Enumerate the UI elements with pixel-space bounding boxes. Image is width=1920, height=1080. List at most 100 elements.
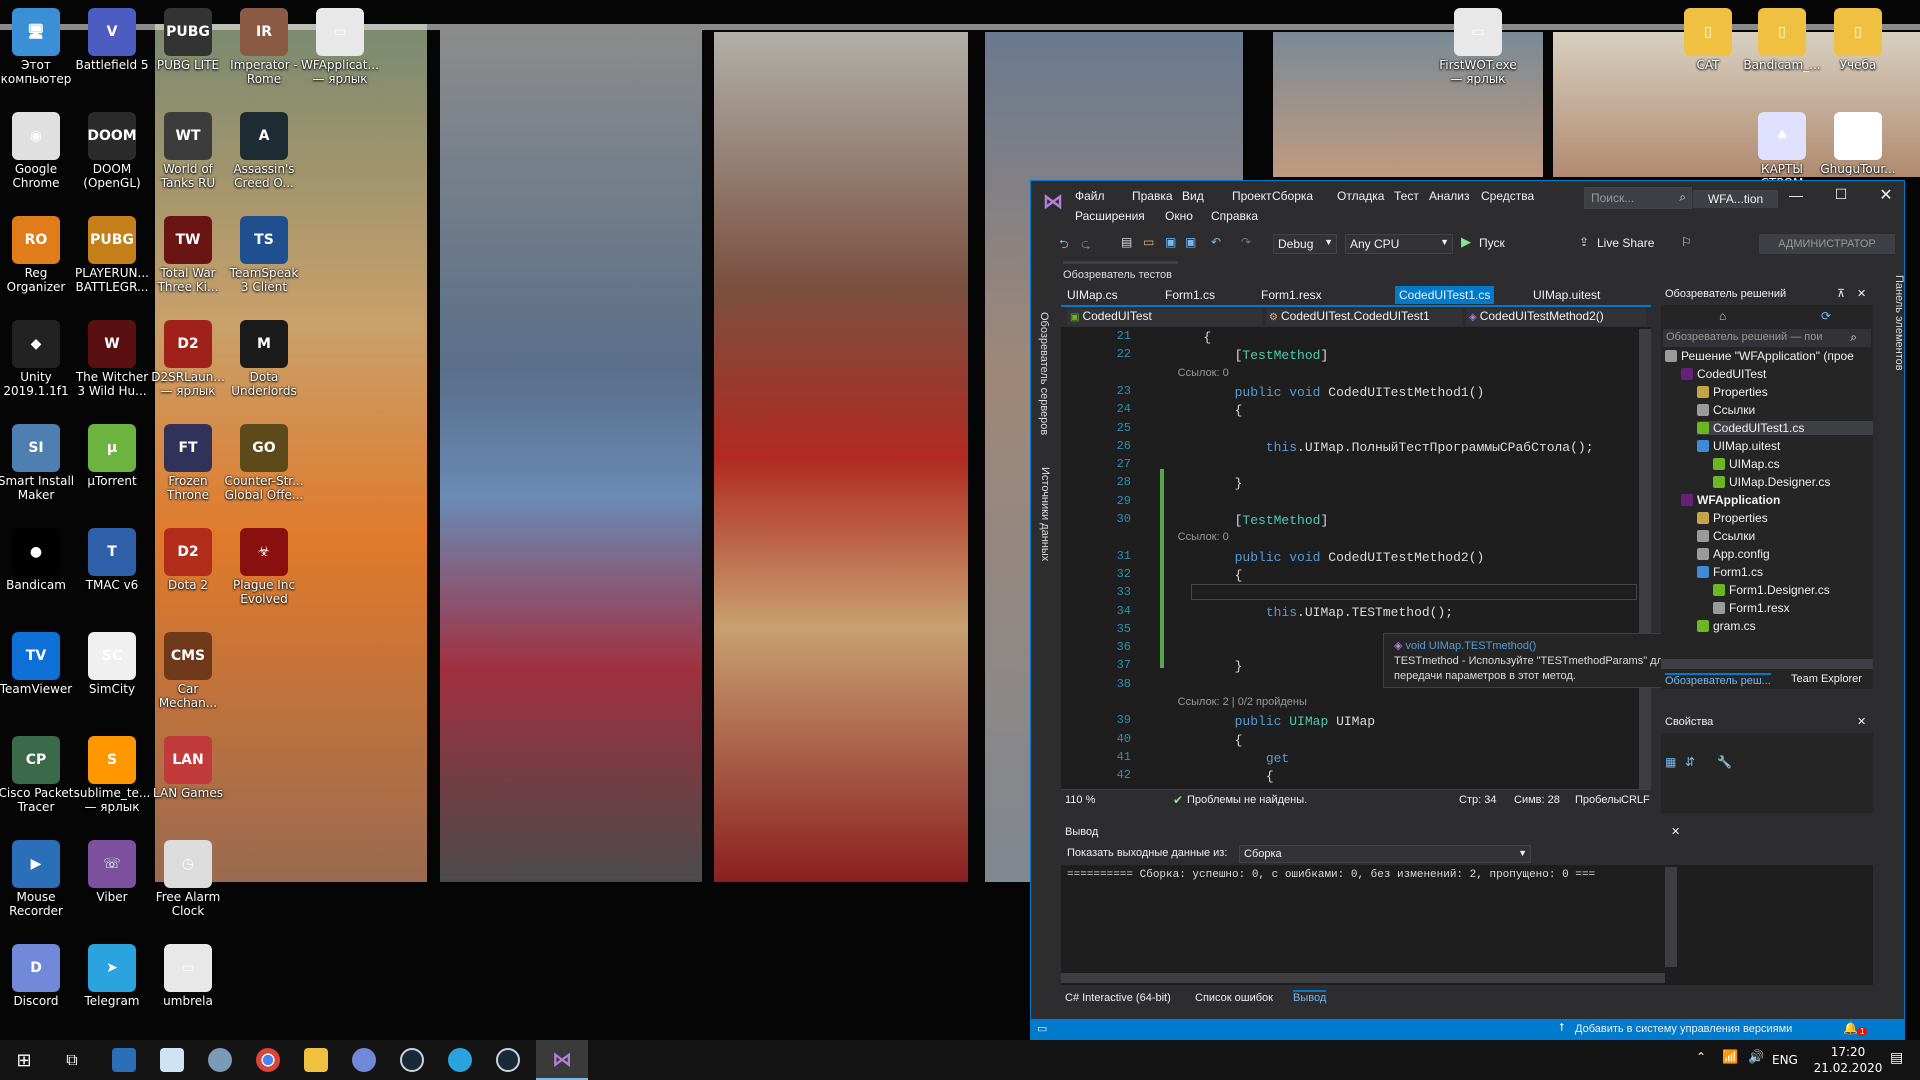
taskbar-steam[interactable] (388, 1040, 436, 1080)
desktop-icon[interactable]: µ µTorrent (72, 420, 152, 520)
tree-item[interactable]: Ссылки (1697, 529, 1755, 543)
alphabetical-icon[interactable]: ⇵ (1685, 755, 1695, 769)
desktop-icon[interactable]: ▭ umbrela (148, 940, 228, 1040)
close-icon[interactable]: ✕ (1857, 715, 1866, 728)
tree-item[interactable]: Properties (1697, 511, 1768, 525)
live-share-icon[interactable]: ⇪ (1579, 235, 1589, 249)
desktop-icon[interactable]: FT Frozen Throne (148, 420, 228, 520)
solution-explorer-tab[interactable]: Обозреватель реш... (1665, 673, 1771, 687)
whitespace-status[interactable]: Пробелы (1575, 794, 1621, 806)
desktop-icon[interactable]: ☣ Plague Inc Evolved (224, 524, 304, 624)
desktop-icon[interactable]: PUBG PLAYERUN... BATTLEGR... (72, 212, 152, 312)
wrench-icon[interactable]: 🔧 (1717, 755, 1732, 769)
desktop-icon[interactable]: RO Reg Organizer (0, 212, 76, 312)
add-to-source-control[interactable]: Добавить в систему управления версиями (1575, 1023, 1792, 1035)
tab[interactable]: UIMap.cs (1067, 288, 1118, 302)
toolbox-tab[interactable]: Панель элементов (1893, 275, 1904, 395)
minimize-button[interactable]: — (1781, 187, 1811, 203)
notifications-bell-icon[interactable]: 🔔 (1843, 1021, 1858, 1035)
tab[interactable]: UIMap.uitest (1533, 288, 1600, 302)
clock[interactable]: 17:20 21.02.2020 (1808, 1044, 1888, 1076)
menu-item[interactable]: Сборка (1272, 189, 1313, 203)
sync-icon[interactable]: ⟳ (1821, 309, 1831, 323)
language-indicator[interactable]: ENG (1772, 1053, 1798, 1067)
code-editor[interactable]: 21 {22 [TestMethod] Ссылок: 0 23 public v… (1061, 329, 1641, 789)
desktop-icon[interactable]: SI Smart Install Maker (0, 420, 76, 520)
desktop-icon[interactable]: TW Total War Three Ki... (148, 212, 228, 312)
task-view-button[interactable]: ⧉ (48, 1040, 96, 1080)
desktop-icon[interactable]: ▯ Учеба (1818, 4, 1898, 104)
nav-project-dropdown[interactable]: ▣ CodedUITest (1067, 309, 1262, 326)
desktop-icon[interactable]: ◉ Google Chrome (0, 108, 76, 208)
search-box[interactable]: Поиск... ⌕ (1584, 187, 1692, 209)
desktop-icon[interactable]: T TMAC v6 (72, 524, 152, 624)
desktop-icon[interactable]: IR Imperator - Rome (224, 4, 304, 104)
data-sources-tab[interactable]: Источники данных (1039, 467, 1051, 587)
tree-item[interactable]: CodedUITest (1681, 367, 1766, 381)
menu-item[interactable]: Окно (1165, 209, 1193, 223)
desktop-icon[interactable]: ◆ Unity 2019.1.1f1 (0, 316, 76, 416)
output-text[interactable]: ========== Сборка: успешно: 0, с ошибкам… (1067, 869, 1667, 881)
new-project-icon[interactable]: ▤ (1121, 235, 1132, 249)
close-button[interactable]: ✕ (1871, 185, 1901, 205)
codelens-reference[interactable]: Ссылок: 2 | 0/2 пройдены (1141, 696, 1307, 708)
codelens-reference[interactable]: Ссылок: 0 (1141, 367, 1229, 379)
taskbar-visual-studio[interactable]: ⋈ (536, 1040, 588, 1080)
save-icon[interactable]: ▣ (1165, 235, 1176, 249)
desktop-icon[interactable]: D2 D2SRLaun... — ярлык (148, 316, 228, 416)
desktop-icon[interactable]: ➤ Telegram (72, 940, 152, 1040)
output-hscroll[interactable] (1061, 973, 1665, 983)
eol-status[interactable]: CRLF (1621, 794, 1650, 806)
taskbar-steam[interactable] (484, 1040, 532, 1080)
platform-dropdown[interactable]: Any CPU ▼ (1345, 234, 1453, 254)
search-input[interactable]: Поиск... (1591, 191, 1634, 205)
desktop-icon[interactable]: D2 Dota 2 (148, 524, 228, 624)
home-icon[interactable]: ⌂ (1719, 309, 1726, 323)
close-icon[interactable]: ✕ (1671, 825, 1680, 838)
maximize-button[interactable]: ☐ (1826, 186, 1856, 203)
menu-item[interactable]: Правка (1132, 189, 1173, 203)
desktop-icon[interactable]: 🖥 Этот компьютер (0, 4, 76, 104)
desktop-icon[interactable]: V Battlefield 5 (72, 4, 152, 104)
desktop-icon[interactable]: LAN LAN Games (148, 732, 228, 832)
tree-item[interactable]: WFApplication (1681, 493, 1780, 507)
tree-item[interactable]: Properties (1697, 385, 1768, 399)
menu-item[interactable]: Расширения (1075, 209, 1145, 223)
nav-member-dropdown[interactable]: ◈ CodedUITestMethod2() (1466, 309, 1646, 326)
tree-item[interactable]: UIMap.uitest (1697, 439, 1780, 453)
nav-class-dropdown[interactable]: ⚙ CodedUITest.CodedUITest1 (1266, 309, 1462, 326)
menu-item[interactable]: Средства (1481, 189, 1534, 203)
categorized-icon[interactable]: ▦ (1665, 755, 1676, 769)
desktop-icon[interactable]: ▯ CAT (1668, 4, 1748, 104)
taskbar-app[interactable] (196, 1040, 244, 1080)
desktop-icon[interactable]: ▭ FirstWOT.exe — ярлык (1438, 4, 1518, 104)
desktop-icon[interactable]: ▭ WFApplicat... — ярлык (300, 4, 380, 104)
desktop-icon[interactable]: SC SimCity (72, 628, 152, 728)
desktop-icon[interactable]: ● Bandicam (0, 524, 76, 624)
solution-search[interactable]: Обозреватель решений — пои ⌕ (1663, 329, 1871, 347)
tree-item[interactable]: Ссылки (1697, 403, 1755, 417)
save-all-icon[interactable]: ▣ (1185, 235, 1196, 249)
tree-item[interactable]: Form1.resx (1713, 601, 1790, 615)
menu-item[interactable]: Отладка (1337, 189, 1384, 203)
issues-status[interactable]: Проблемы не найдены. (1187, 794, 1307, 806)
taskbar-app[interactable] (148, 1040, 196, 1080)
desktop-icon[interactable]: A Assassin's Creed O... (224, 108, 304, 208)
tray-chevron-icon[interactable]: ⌃ (1696, 1050, 1706, 1064)
menu-item[interactable]: Справка (1211, 209, 1258, 223)
desktop-icon[interactable]: ▯ Bandicam_... (1742, 4, 1822, 104)
taskbar-discord[interactable] (340, 1040, 388, 1080)
desktop-icon[interactable]: DOOM DOOM (OpenGL) (72, 108, 152, 208)
desktop-icon[interactable]: M Dota Underlords (224, 316, 304, 416)
network-icon[interactable]: 📶 (1722, 1050, 1738, 1065)
taskbar-explorer[interactable] (292, 1040, 340, 1080)
menu-item[interactable]: Проект (1232, 189, 1272, 203)
forward-icon[interactable]: ⮎ (1081, 235, 1091, 256)
vs-logo-icon[interactable]: ⋈ (1043, 191, 1065, 213)
desktop-icon[interactable]: GO Counter-Str... Global Offe... (224, 420, 304, 520)
action-center-icon[interactable]: ▤ (1890, 1050, 1903, 1066)
desktop-icon[interactable]: D Discord (0, 940, 76, 1040)
menu-item[interactable]: Вид (1182, 189, 1204, 203)
desktop-icon[interactable]: TS TeamSpeak 3 Client (224, 212, 304, 312)
desktop-icon[interactable]: ◷ Free Alarm Clock (148, 836, 228, 936)
